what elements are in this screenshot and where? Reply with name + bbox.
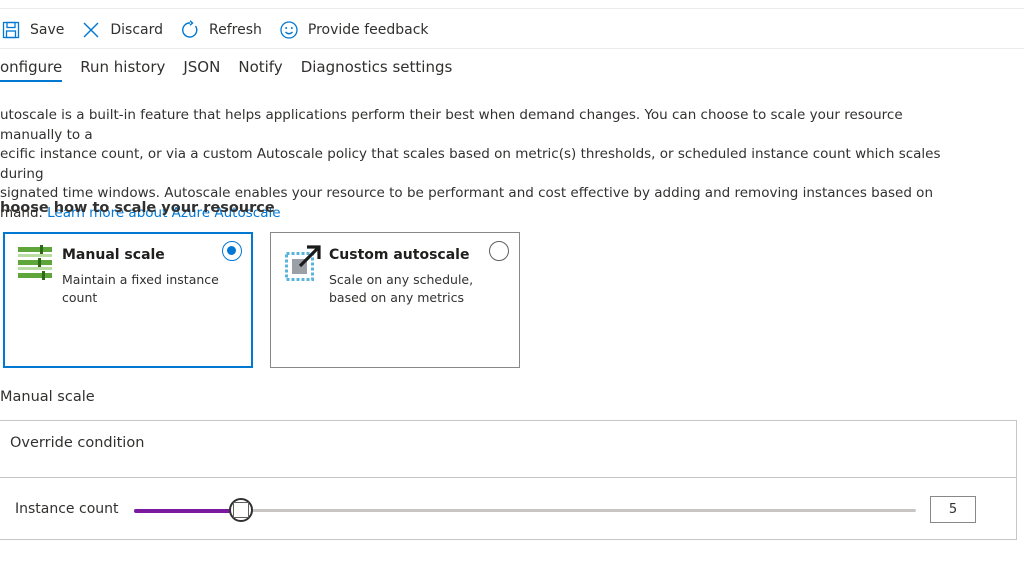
- tab-json[interactable]: JSON: [183, 58, 220, 80]
- command-bar: Save Discard Refresh Provide feedback: [0, 12, 1024, 49]
- override-condition-header: Override condition: [0, 421, 1016, 478]
- tab-bar: onfigure Run history JSON Notify Diagnos…: [0, 58, 470, 86]
- save-icon: [0, 19, 22, 41]
- discard-icon: [80, 19, 102, 41]
- description-line: ecific instance count, or via a custom A…: [0, 146, 941, 182]
- tab-notify[interactable]: Notify: [238, 58, 282, 80]
- tab-configure[interactable]: onfigure: [0, 58, 63, 82]
- custom-autoscale-title: Custom autoscale: [329, 247, 470, 263]
- manual-scale-description: Maintain a fixed instance count: [62, 272, 219, 305]
- instance-count-label: Instance count: [15, 501, 119, 517]
- slider-thumb[interactable]: [229, 498, 254, 522]
- save-label: Save: [30, 22, 65, 38]
- custom-autoscale-icon: [285, 245, 321, 281]
- provide-feedback-label: Provide feedback: [307, 22, 429, 38]
- refresh-icon: [179, 19, 201, 41]
- custom-autoscale-description: Scale on any schedule, based on any metr…: [329, 272, 474, 305]
- refresh-button[interactable]: Refresh: [179, 15, 270, 45]
- discard-label: Discard: [110, 22, 164, 38]
- tab-diagnostics-settings[interactable]: Diagnostics settings: [301, 58, 453, 80]
- scale-section-title: hoose how to scale your resource: [0, 200, 275, 216]
- manual-scale-label: Manual scale: [0, 389, 95, 405]
- provide-feedback-button[interactable]: Provide feedback: [278, 15, 437, 45]
- slider-fill: [134, 508, 242, 513]
- instance-count-slider[interactable]: [134, 498, 916, 522]
- manual-scale-icon: [18, 245, 54, 281]
- save-button[interactable]: Save: [0, 15, 72, 45]
- custom-autoscale-radio[interactable]: [489, 241, 509, 261]
- manual-scale-panel: Override condition Instance count 5: [0, 420, 1017, 540]
- tab-run-history[interactable]: Run history: [80, 58, 165, 80]
- instance-count-input[interactable]: 5: [930, 496, 976, 523]
- manual-scale-option[interactable]: Manual scale Maintain a fixed instance c…: [3, 232, 253, 368]
- refresh-label: Refresh: [209, 22, 262, 38]
- manual-scale-title: Manual scale: [62, 247, 165, 263]
- discard-button[interactable]: Discard: [80, 15, 171, 45]
- override-condition-title: Override condition: [10, 435, 145, 451]
- top-divider: [0, 8, 1024, 9]
- manual-scale-radio[interactable]: [222, 241, 242, 261]
- description-line: utoscale is a built-in feature that help…: [0, 107, 903, 143]
- smiley-icon: [278, 19, 300, 41]
- custom-autoscale-option[interactable]: Custom autoscale Scale on any schedule, …: [270, 232, 520, 368]
